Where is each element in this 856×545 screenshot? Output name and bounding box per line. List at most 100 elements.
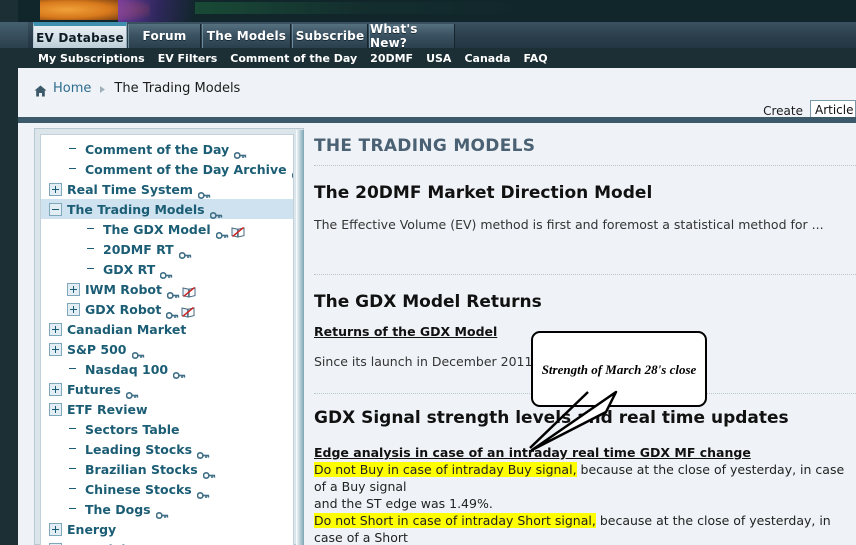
sidebar-item-sectors-table[interactable]: Sectors Table — [41, 419, 293, 439]
tab-subscribe[interactable]: Subscribe — [292, 24, 368, 48]
breadcrumb-current: The Trading Models — [114, 80, 241, 96]
key-icon — [291, 165, 293, 179]
restricted-book-icon — [182, 283, 196, 298]
key-icon — [178, 245, 192, 259]
page-title: THE TRADING MODELS — [314, 136, 536, 156]
divider — [314, 165, 856, 166]
sidebar-item-label: ETF Review — [67, 401, 148, 417]
sidebar-item-label: Materials — [67, 542, 133, 545]
article-heading-gdx-returns: The GDX Model Returns — [314, 292, 542, 312]
returns-of-gdx-model-link[interactable]: Returns of the GDX Model — [314, 324, 497, 339]
subnav-item-20dmf[interactable]: 20DMF — [370, 52, 413, 65]
key-icon — [155, 505, 169, 519]
sidebar-item-label: Leading Stocks — [85, 441, 193, 457]
sidebar-item-nasdaq-100[interactable]: Nasdaq 100 — [41, 359, 293, 379]
sidebar-item-label: Nasdaq 100 — [85, 361, 169, 377]
subnav-item-faq[interactable]: FAQ — [524, 52, 548, 65]
subnav-spacer — [0, 48, 38, 68]
expand-plus-icon[interactable] — [49, 342, 62, 356]
buy-signal-highlight: Do not Buy in case of intraday Buy signa… — [314, 462, 577, 477]
sidebar-item-s-p-500[interactable]: S&P 500 — [41, 339, 293, 359]
collapse-minus-icon[interactable] — [49, 202, 62, 216]
sidebar-item-20dmf-rt[interactable]: 20DMF RT — [41, 239, 293, 259]
sidebar-item-the-gdx-model[interactable]: The GDX Model — [41, 219, 293, 239]
sidebar-item-etf-review[interactable]: ETF Review — [41, 399, 293, 419]
tab-forum[interactable]: Forum — [128, 24, 201, 48]
article-heading-20dmf: The 20DMF Market Direction Model — [314, 183, 653, 203]
sidebar-item-label: Canadian Market — [67, 321, 187, 337]
tab-the-models[interactable]: The Models — [202, 24, 291, 48]
sidebar-item-leading-stocks[interactable]: Leading Stocks — [41, 439, 293, 459]
sidebar-item-brazilian-stocks[interactable]: Brazilian Stocks — [41, 459, 293, 479]
callout-tail-icon — [529, 390, 618, 452]
home-icon — [34, 82, 47, 97]
subnav-item-comment-of-the-day[interactable]: Comment of the Day — [230, 52, 357, 65]
tab-whats-new[interactable]: What's New? — [369, 22, 455, 50]
tree-spacer-icon — [85, 243, 98, 256]
header-divider — [18, 117, 856, 123]
signal-line-1: Do not Buy in case of intraday Buy signa… — [314, 461, 856, 495]
sidebar-item-label: Energy — [67, 521, 117, 537]
key-icon — [172, 365, 186, 379]
site-banner — [0, 0, 856, 22]
sidebar-item-real-time-system[interactable]: Real Time System — [41, 179, 293, 199]
tab-ev-database[interactable]: EV Database — [33, 22, 127, 49]
breadcrumb: Home The Trading Models — [18, 68, 856, 108]
expand-plus-icon[interactable] — [67, 302, 80, 316]
key-icon — [196, 485, 210, 499]
sidebar-item-label: Futures — [67, 381, 121, 397]
key-icon — [215, 225, 229, 239]
tree-spacer-icon — [67, 463, 80, 476]
sidebar-item-futures[interactable]: Futures — [41, 379, 293, 399]
subnav-item-ev-filters[interactable]: EV Filters — [158, 52, 218, 65]
primary-tab-bar: EV Database Forum The Models Subscribe W… — [0, 22, 856, 50]
sidebar-item-label: IWM Robot — [85, 281, 162, 297]
sidebar-item-canadian-market[interactable]: Canadian Market — [41, 319, 293, 339]
sidebar-item-the-trading-models[interactable]: The Trading Models — [41, 199, 293, 219]
sidebar-item-label: Chinese Stocks — [85, 481, 192, 497]
sidebar-item-label: GDX Robot — [85, 301, 162, 317]
subnav-item-usa[interactable]: USA — [426, 52, 451, 65]
sidebar-item-label: Brazilian Stocks — [85, 461, 198, 477]
expand-plus-icon[interactable] — [49, 402, 62, 416]
tree-spacer-icon — [67, 363, 80, 376]
expand-plus-icon[interactable] — [49, 382, 62, 396]
short-signal-highlight: Do not Short in case of intraday Short s… — [314, 513, 596, 528]
tab-bar-left-cap — [0, 22, 28, 48]
expand-plus-icon[interactable] — [49, 322, 62, 336]
expand-plus-icon[interactable] — [49, 522, 62, 536]
sidebar-tree-container: Comment of the Day Comment of the Day Arc… — [40, 134, 294, 545]
sidebar-item-label: Comment of the Day Archive — [85, 161, 287, 177]
signal-line-3: Do not Short in case of intraday Short s… — [314, 512, 856, 545]
restricted-book-icon — [231, 223, 245, 238]
expand-plus-icon[interactable] — [67, 282, 80, 296]
page-root: EV Database Forum The Models Subscribe W… — [0, 0, 856, 545]
sidebar-item-label: The GDX Model — [103, 221, 211, 237]
sidebar-item-the-dogs[interactable]: The Dogs — [41, 499, 293, 519]
tree-spacer-icon — [67, 503, 80, 516]
sidebar-item-energy[interactable]: Energy — [41, 519, 293, 539]
left-dark-rail — [0, 68, 18, 545]
sidebar-item-comment-of-the-day-archive[interactable]: Comment of the Day Archive — [41, 159, 293, 179]
breadcrumb-home-link[interactable]: Home — [53, 81, 91, 96]
sidebar-item-gdx-rt[interactable]: GDX RT — [41, 259, 293, 279]
key-icon — [131, 345, 145, 359]
article-body-20dmf: The Effective Volume (EV) method is firs… — [314, 217, 824, 232]
sidebar-item-label: Sectors Table — [85, 421, 180, 437]
subnav-item-my-subscriptions[interactable]: My Subscriptions — [38, 52, 145, 65]
sidebar-panel: Comment of the Day Comment of the Day Arc… — [34, 128, 304, 545]
sidebar-item-comment-of-the-day[interactable]: Comment of the Day — [41, 139, 293, 159]
sidebar-scrollbar[interactable] — [296, 130, 304, 545]
sidebar-item-iwm-robot[interactable]: IWM Robot — [41, 279, 293, 299]
key-icon — [196, 445, 210, 459]
key-icon — [197, 185, 211, 199]
tab-label: EV Database — [36, 30, 124, 45]
sidebar-item-label: S&P 500 — [67, 341, 127, 357]
subnav-item-canada[interactable]: Canada — [464, 52, 510, 65]
expand-plus-icon[interactable] — [49, 182, 62, 196]
sidebar-item-materials[interactable]: Materials — [41, 539, 293, 545]
sidebar-item-chinese-stocks[interactable]: Chinese Stocks — [41, 479, 293, 499]
key-icon — [125, 385, 139, 399]
tree-spacer-icon — [67, 423, 80, 436]
sidebar-item-gdx-robot[interactable]: GDX Robot — [41, 299, 293, 319]
